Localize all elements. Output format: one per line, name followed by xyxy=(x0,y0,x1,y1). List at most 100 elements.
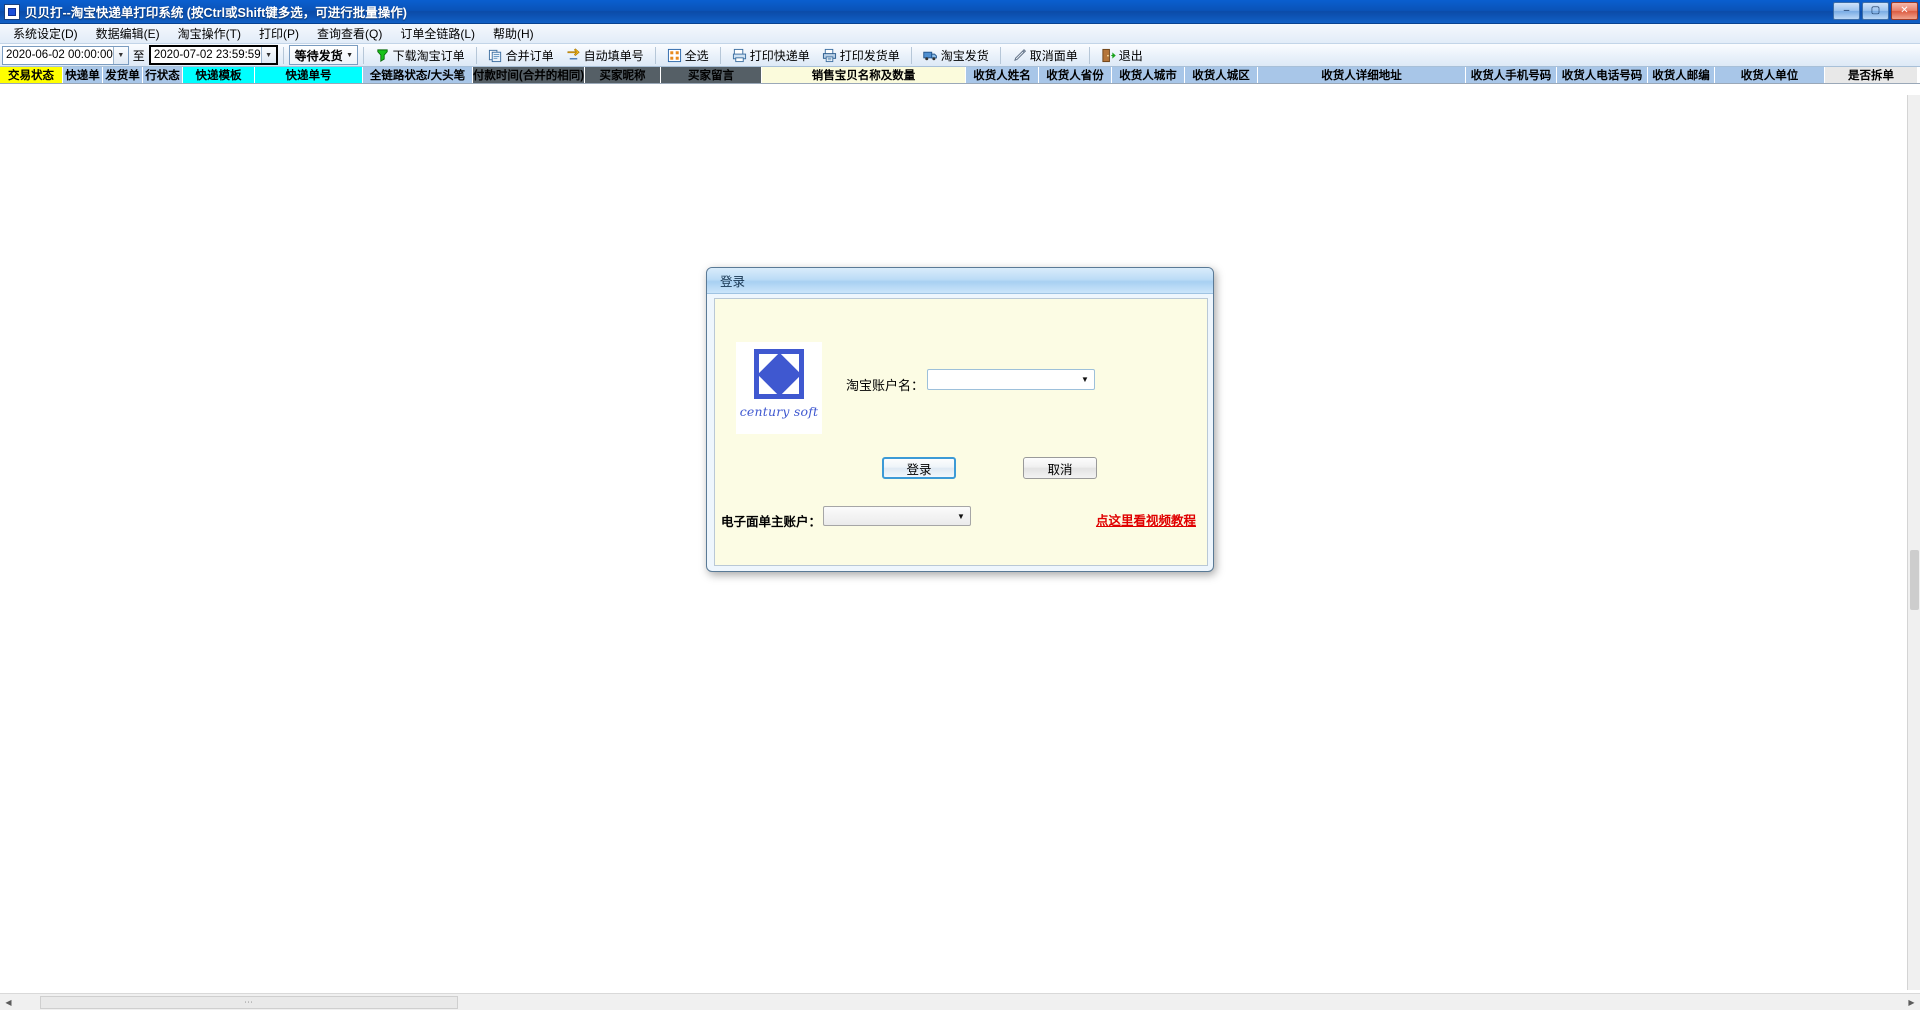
auto-fill-icon xyxy=(566,48,581,63)
menu-item-taobao-ops[interactable]: 淘宝操作(T) xyxy=(169,23,250,44)
vertical-scrollbar[interactable] xyxy=(1907,95,1920,990)
scroll-right-arrow-icon[interactable]: ▶ xyxy=(1903,994,1920,1011)
chevron-down-icon[interactable]: ▼ xyxy=(343,52,357,59)
menu-item-query-view[interactable]: 查询查看(Q) xyxy=(308,23,391,44)
download-taobao-orders-label: 下载淘宝订单 xyxy=(393,47,465,64)
grid-column-header[interactable]: 收货人电话号码 xyxy=(1557,67,1648,83)
order-status-filter-value: 等待发货 xyxy=(295,47,343,64)
window-titlebar: 贝贝打--淘宝快递单打印系统 (按Ctrl或Shift键多选，可进行批量操作) … xyxy=(0,0,1920,24)
date-to-value: 2020-07-02 23:59:59 xyxy=(154,49,261,61)
grid-column-header[interactable]: 收货人单位 xyxy=(1715,67,1825,83)
cancel-button[interactable]: 取消 xyxy=(1023,457,1097,479)
maximize-button[interactable]: ▢ xyxy=(1862,2,1889,20)
chevron-down-icon[interactable]: ▼ xyxy=(952,507,970,525)
window-controls: – ▢ ✕ xyxy=(1833,2,1918,20)
grid-column-header[interactable]: 发货单 xyxy=(103,67,143,83)
minimize-button[interactable]: – xyxy=(1833,2,1860,20)
menu-item-system-settings[interactable]: 系统设定(D) xyxy=(4,23,87,44)
grid-column-header[interactable]: 快递模板 xyxy=(183,67,255,83)
diamond-logo-icon xyxy=(754,349,804,399)
grid-column-header[interactable]: 是否拆单 xyxy=(1825,67,1918,83)
grid-column-header-label: 收货人省份 xyxy=(1046,67,1104,83)
print-express-waybill-label: 打印快递单 xyxy=(750,47,810,64)
taobao-ship-button[interactable]: 淘宝发货 xyxy=(917,45,995,65)
grid-column-header-label: 交易状态 xyxy=(8,67,54,83)
emain-account-combo[interactable]: ▼ xyxy=(823,506,971,526)
grid-column-header[interactable]: 收货人详细地址 xyxy=(1258,67,1466,83)
grid-column-header-label: 收货人详细地址 xyxy=(1321,67,1402,83)
grid-column-header[interactable]: 快递单 xyxy=(63,67,103,83)
grid-column-header[interactable]: 收货人城区 xyxy=(1185,67,1258,83)
grid-column-header-label: 收货人城市 xyxy=(1119,67,1177,83)
video-tutorial-link[interactable]: 点这里看视频教程 xyxy=(1096,510,1196,529)
grid-column-header[interactable]: 收货人手机号码 xyxy=(1466,67,1557,83)
download-taobao-orders-button[interactable]: 下载淘宝订单 xyxy=(369,45,471,65)
date-from-dropdown-icon[interactable]: ▼ xyxy=(113,47,128,64)
download-arrow-icon xyxy=(375,48,390,63)
date-from-value: 2020-06-02 00:00:00 xyxy=(6,49,113,61)
cancel-waybill-button[interactable]: 取消面单 xyxy=(1006,45,1084,65)
grid-column-headers: 交易状态快递单发货单行状态快递模板 快递单号 全链路状态/大头笔付款时间(合并的相同… xyxy=(0,67,1920,84)
grid-column-header-label: 全链路状态/大头笔 xyxy=(370,67,465,83)
login-dialog-title: 登录 xyxy=(707,268,1213,294)
taobao-account-combo[interactable]: ▼ xyxy=(927,369,1095,390)
close-button[interactable]: ✕ xyxy=(1891,2,1918,20)
toolbar-divider xyxy=(1000,47,1001,64)
login-dialog-body: century soft 淘宝账户名： ▼ 登录 取消 电子面单主账户： ▼ 点… xyxy=(714,298,1208,566)
print-shipping-icon xyxy=(822,48,837,63)
scroll-left-arrow-icon[interactable]: ◀ xyxy=(0,994,17,1011)
grid-column-header-label: 快递单号 xyxy=(286,67,332,83)
grid-column-header-label: 收货人手机号码 xyxy=(1471,67,1552,83)
grid-column-header-label: 是否拆单 xyxy=(1848,67,1894,83)
grid-column-header[interactable]: 收货人省份 xyxy=(1039,67,1112,83)
grid-column-header-label: 销售宝贝名称及数量 xyxy=(812,67,916,83)
date-to-dropdown-icon[interactable]: ▼ xyxy=(261,47,276,63)
date-to-input[interactable]: 2020-07-02 23:59:59 ▼ xyxy=(149,45,278,65)
grid-column-header[interactable]: 收货人姓名 xyxy=(966,67,1039,83)
grid-column-header[interactable]: 收货人城市 xyxy=(1112,67,1185,83)
brand-logo: century soft xyxy=(736,342,822,434)
grid-column-header[interactable]: 快递单号 xyxy=(255,67,363,83)
menu-item-help[interactable]: 帮助(H) xyxy=(484,23,543,44)
print-express-waybill-button[interactable]: 打印快递单 xyxy=(726,45,816,65)
grid-column-header[interactable]: 销售宝贝名称及数量 xyxy=(762,67,966,83)
vertical-scrollbar-thumb[interactable] xyxy=(1910,550,1919,610)
date-from-input[interactable]: 2020-06-02 00:00:00 ▼ xyxy=(2,46,129,65)
toolbar-divider xyxy=(720,47,721,64)
grid-column-header[interactable]: 买家留言 xyxy=(661,67,762,83)
horizontal-scrollbar[interactable]: ◀ ⋯ ▶ xyxy=(0,993,1920,1010)
grid-column-header-label: 收货人单位 xyxy=(1741,67,1799,83)
order-status-filter-combo[interactable]: 等待发货 ▼ xyxy=(289,45,358,65)
grid-column-header[interactable]: 交易状态 xyxy=(0,67,63,83)
menu-item-print[interactable]: 打印(P) xyxy=(250,23,308,44)
toolbar-divider xyxy=(655,47,656,64)
menu-item-data-edit[interactable]: 数据编辑(E) xyxy=(87,23,169,44)
chevron-down-icon[interactable]: ▼ xyxy=(1076,370,1094,389)
toolbar-divider xyxy=(363,47,364,64)
app-window-icon xyxy=(4,4,20,20)
horizontal-scrollbar-thumb[interactable]: ⋯ xyxy=(40,996,458,1009)
emain-account-label: 电子面单主账户： xyxy=(721,511,821,530)
auto-fill-waybill-button[interactable]: 自动填单号 xyxy=(560,45,650,65)
login-dialog: 登录 century soft 淘宝账户名： ▼ 登录 取消 电子面单主账户： … xyxy=(706,267,1214,572)
toolbar-divider xyxy=(911,47,912,64)
grid-column-header[interactable]: 付款时间(合并的相同) xyxy=(473,67,585,83)
merge-orders-icon xyxy=(488,48,503,63)
truck-icon xyxy=(923,48,938,63)
main-toolbar: 2020-06-02 00:00:00 ▼ 至 2020-07-02 23:59… xyxy=(0,44,1920,67)
grid-column-header[interactable]: 全链路状态/大头笔 xyxy=(363,67,473,83)
select-all-button[interactable]: 全选 xyxy=(661,45,715,65)
merge-orders-button[interactable]: 合并订单 xyxy=(482,45,560,65)
grid-column-header[interactable]: 收货人邮编 xyxy=(1648,67,1715,83)
print-shipping-list-button[interactable]: 打印发货单 xyxy=(816,45,906,65)
brand-logo-text: century soft xyxy=(740,404,819,419)
menu-item-order-chain[interactable]: 订单全链路(L) xyxy=(391,23,484,44)
exit-button[interactable]: 退出 xyxy=(1095,45,1149,65)
grid-column-header[interactable]: 买家昵称 xyxy=(585,67,661,83)
grid-column-header[interactable]: 行状态 xyxy=(143,67,183,83)
grid-column-header-label: 买家留言 xyxy=(688,67,734,83)
grid-column-header-label: 发货单 xyxy=(105,67,140,83)
horizontal-scrollbar-track[interactable]: ⋯ xyxy=(17,994,1903,1011)
login-button[interactable]: 登录 xyxy=(882,457,956,479)
merge-orders-label: 合并订单 xyxy=(506,47,554,64)
